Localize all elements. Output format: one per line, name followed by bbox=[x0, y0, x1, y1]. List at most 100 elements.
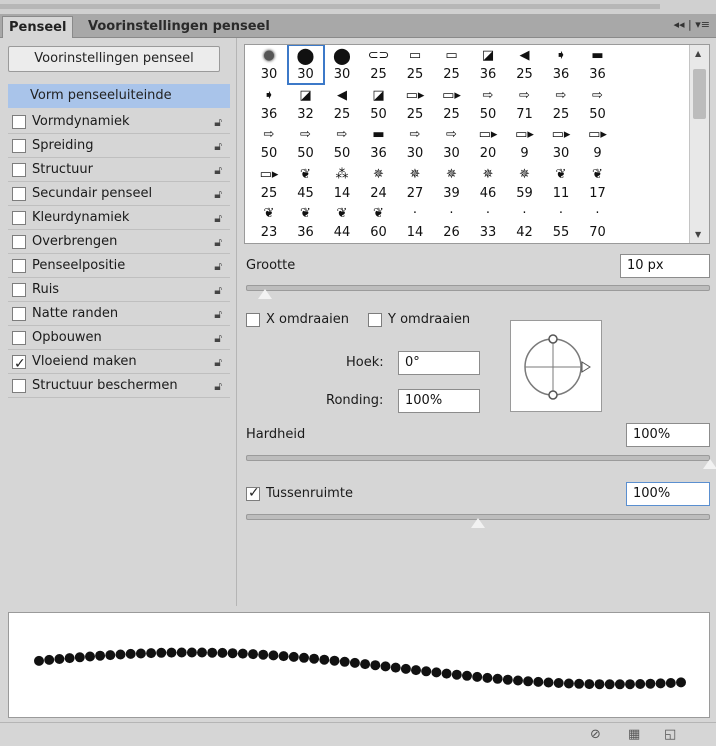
brush-option-item[interactable]: Overbrengen 🔓︎ bbox=[8, 230, 230, 254]
brush-tip-cell[interactable]: ⇨ 50 bbox=[470, 85, 506, 124]
angle-roundness-widget[interactable] bbox=[510, 320, 602, 412]
lock-icon[interactable]: 🔓︎ bbox=[214, 206, 222, 230]
brush-tip-cell[interactable]: ✵ 24 bbox=[361, 164, 397, 203]
brush-tip-cell[interactable]: ● 30 bbox=[251, 45, 287, 84]
brush-tip-shape-item[interactable]: Vorm penseeluiteinde bbox=[8, 84, 230, 108]
flip-y-checkbox[interactable]: Y omdraaien bbox=[368, 311, 470, 329]
brush-tip-cell[interactable]: ❦ 11 bbox=[543, 164, 579, 203]
hardness-slider-thumb[interactable] bbox=[702, 458, 716, 470]
brush-option-item[interactable]: Vormdynamiek 🔓︎ bbox=[8, 110, 230, 134]
brush-option-item[interactable]: Vloeiend maken 🔓︎ bbox=[8, 350, 230, 376]
lock-icon[interactable]: 🔓︎ bbox=[214, 182, 222, 206]
brush-tip-cell[interactable]: ✵ 59 bbox=[507, 164, 543, 203]
brush-tip-cell[interactable]: ▭▸ 25 bbox=[434, 85, 470, 124]
brush-tip-cell[interactable]: ◀ 25 bbox=[324, 85, 360, 124]
lock-icon[interactable]: 🔓︎ bbox=[214, 158, 222, 182]
brush-tip-cell[interactable]: · 14 bbox=[397, 203, 433, 242]
lock-icon[interactable]: 🔓︎ bbox=[214, 374, 222, 398]
grid-scrollbar[interactable]: ▲ ▼ bbox=[689, 45, 709, 243]
brush-tip-cell[interactable]: ❦ 36 bbox=[288, 203, 324, 242]
option-checkbox[interactable] bbox=[12, 307, 26, 321]
brush-option-item[interactable]: Structuur beschermen 🔓︎ bbox=[8, 374, 230, 398]
brush-tip-cell[interactable]: ❦ 45 bbox=[288, 164, 324, 203]
brush-option-item[interactable]: Natte randen 🔓︎ bbox=[8, 302, 230, 326]
flip-x-checkbox[interactable]: X omdraaien bbox=[246, 311, 349, 329]
option-checkbox[interactable] bbox=[12, 139, 26, 153]
grid-icon[interactable]: ▦ bbox=[628, 727, 640, 742]
lock-icon[interactable]: 🔓︎ bbox=[214, 230, 222, 254]
option-checkbox[interactable] bbox=[12, 115, 26, 129]
scroll-up-icon[interactable]: ▲ bbox=[695, 49, 701, 58]
brush-tip-cell[interactable]: ✵ 27 bbox=[397, 164, 433, 203]
option-checkbox[interactable] bbox=[12, 211, 26, 225]
brush-tip-cell[interactable]: ◪ 50 bbox=[361, 85, 397, 124]
lock-icon[interactable]: 🔓︎ bbox=[214, 278, 222, 302]
lock-icon[interactable]: 🔓︎ bbox=[214, 350, 222, 374]
brush-tip-cell[interactable]: ⇨ 50 bbox=[251, 124, 287, 163]
brush-tip-cell[interactable]: ✵ 46 bbox=[470, 164, 506, 203]
brush-tip-cell[interactable]: ⇨ 25 bbox=[543, 85, 579, 124]
tab-brush[interactable]: Penseel bbox=[2, 16, 74, 38]
brush-tip-cell[interactable]: ✵ 39 bbox=[434, 164, 470, 203]
flip-x-box[interactable] bbox=[246, 313, 260, 327]
brush-tip-cell[interactable]: ❦ 44 bbox=[324, 203, 360, 242]
spacing-slider-thumb[interactable] bbox=[470, 517, 486, 529]
option-checkbox[interactable] bbox=[12, 379, 26, 393]
brush-tip-cell[interactable]: ➧ 36 bbox=[251, 85, 287, 124]
brush-tip-cell[interactable]: ⇨ 50 bbox=[288, 124, 324, 163]
option-checkbox[interactable] bbox=[12, 352, 26, 376]
spacing-field[interactable]: 100% bbox=[626, 482, 710, 506]
brush-tip-cell[interactable]: ⁂ 14 bbox=[324, 164, 360, 203]
brush-option-item[interactable]: Penseelpositie 🔓︎ bbox=[8, 254, 230, 278]
hardness-slider[interactable] bbox=[246, 455, 710, 461]
brush-tip-cell[interactable]: ⇨ 50 bbox=[324, 124, 360, 163]
brush-tip-cell[interactable]: ⇨ 30 bbox=[434, 124, 470, 163]
brush-tip-cell[interactable]: ⇨ 50 bbox=[580, 85, 616, 124]
hardness-field[interactable]: 100% bbox=[626, 423, 710, 447]
brush-tip-cell[interactable]: ⬤ 30 bbox=[324, 45, 360, 84]
brush-tip-cell[interactable]: ❦ 23 bbox=[251, 203, 287, 242]
brush-tip-cell[interactable]: · 33 bbox=[470, 203, 506, 242]
brush-tip-cell[interactable]: ◪ 36 bbox=[470, 45, 506, 84]
brush-option-item[interactable]: Structuur 🔓︎ bbox=[8, 158, 230, 182]
tab-brush-presets[interactable]: Voorinstellingen penseel bbox=[82, 16, 276, 38]
flip-y-box[interactable] bbox=[368, 313, 382, 327]
brush-option-item[interactable]: Kleurdynamiek 🔓︎ bbox=[8, 206, 230, 230]
lock-icon[interactable]: 🔓︎ bbox=[214, 302, 222, 326]
size-field[interactable]: 10 px bbox=[620, 254, 710, 278]
brush-tip-cell[interactable]: · 70 bbox=[580, 203, 616, 242]
brush-tip-cell[interactable]: ❦ 60 bbox=[361, 203, 397, 242]
scroll-down-icon[interactable]: ▼ bbox=[695, 230, 701, 239]
option-checkbox[interactable] bbox=[12, 187, 26, 201]
brush-tip-cell[interactable]: ▭▸ 25 bbox=[397, 85, 433, 124]
option-checkbox[interactable] bbox=[12, 235, 26, 249]
brush-tip-cell[interactable]: ◪ 32 bbox=[288, 85, 324, 124]
brush-tip-cell[interactable]: · 42 bbox=[507, 203, 543, 242]
brush-tip-cell[interactable]: ◀ 25 bbox=[507, 45, 543, 84]
brush-tip-cell[interactable]: ▭▸ 20 bbox=[470, 124, 506, 163]
brush-tip-cell[interactable]: ⇨ 71 bbox=[507, 85, 543, 124]
brush-option-item[interactable]: Opbouwen 🔓︎ bbox=[8, 326, 230, 350]
lock-icon[interactable]: 🔓︎ bbox=[214, 110, 222, 134]
brush-option-item[interactable]: Spreiding 🔓︎ bbox=[8, 134, 230, 158]
brush-tip-cell[interactable]: ▭ 25 bbox=[434, 45, 470, 84]
spacing-box[interactable] bbox=[246, 484, 260, 502]
option-checkbox[interactable] bbox=[12, 331, 26, 345]
brush-tip-cell[interactable]: ▬ 36 bbox=[361, 124, 397, 163]
lock-icon[interactable]: 🔓︎ bbox=[214, 326, 222, 350]
scroll-thumb[interactable] bbox=[693, 69, 706, 119]
brush-tip-cell[interactable]: ▭▸ 9 bbox=[507, 124, 543, 163]
brush-tip-cell[interactable]: ⬤ 30 bbox=[286, 45, 325, 85]
brush-tip-cell[interactable]: ▭▸ 9 bbox=[580, 124, 616, 163]
angle-field[interactable]: 0° bbox=[398, 351, 480, 375]
brush-option-item[interactable]: Ruis 🔓︎ bbox=[8, 278, 230, 302]
brush-tip-cell[interactable]: ▬ 36 bbox=[580, 45, 616, 84]
brush-tip-cell[interactable]: ➧ 36 bbox=[543, 45, 579, 84]
option-checkbox[interactable] bbox=[12, 283, 26, 297]
new-icon[interactable]: ◱ bbox=[664, 727, 676, 742]
brush-tip-cell[interactable]: ▭▸ 30 bbox=[543, 124, 579, 163]
brush-tip-cell[interactable]: ⇨ 30 bbox=[397, 124, 433, 163]
brush-tip-cell[interactable]: ▭ 25 bbox=[397, 45, 433, 84]
lock-icon[interactable]: 🔓︎ bbox=[214, 254, 222, 278]
brush-tip-cell[interactable]: ▭▸ 25 bbox=[251, 164, 287, 203]
